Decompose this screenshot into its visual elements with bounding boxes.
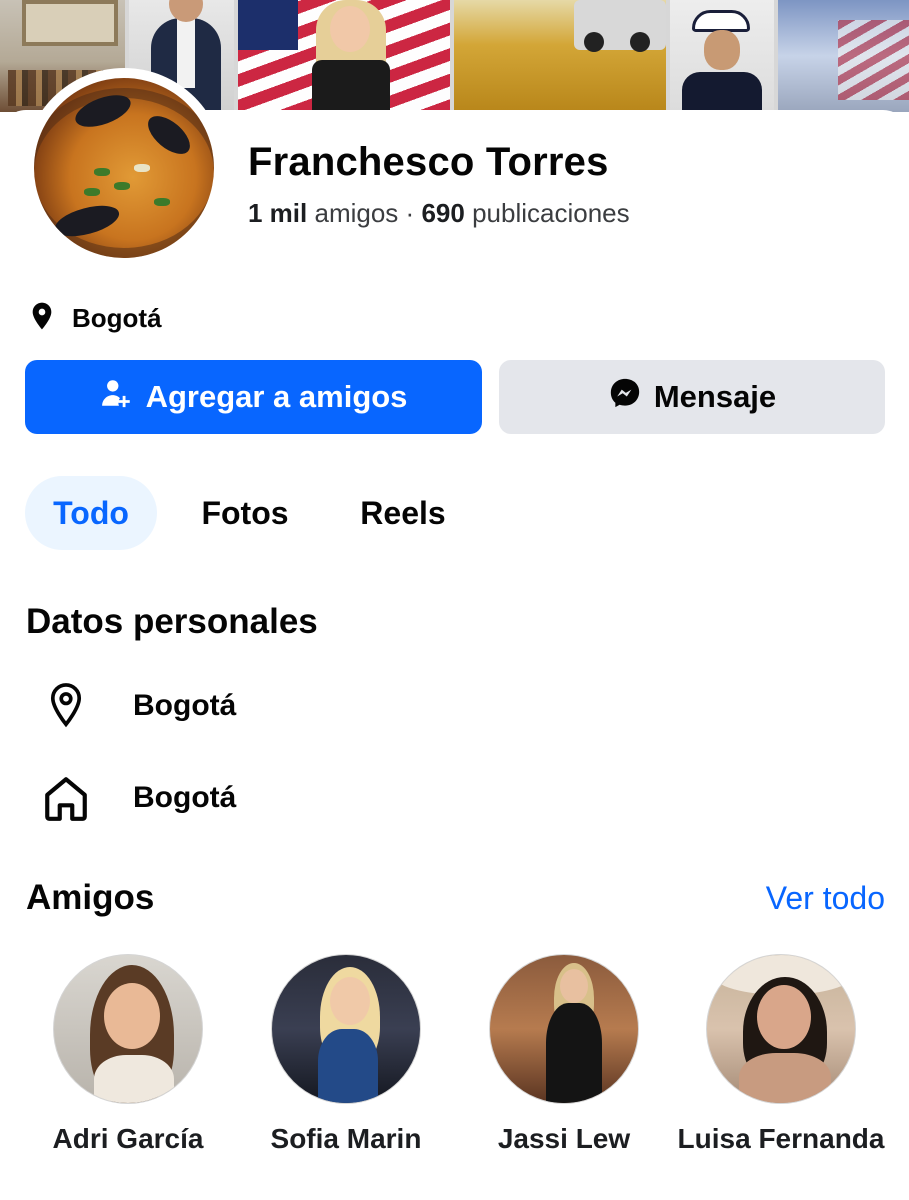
posts-label: publicaciones: [472, 198, 630, 228]
add-friend-label: Agregar a amigos: [145, 379, 408, 414]
friend-card[interactable]: Jassi Lew: [455, 954, 673, 1156]
profile-location: Bogotá: [26, 300, 162, 337]
friend-card[interactable]: Adri García: [19, 954, 237, 1156]
friend-card[interactable]: Luisa Fernanda: [672, 954, 890, 1156]
friend-avatar: [53, 954, 203, 1104]
friends-title: Amigos: [26, 878, 155, 917]
add-friend-button[interactable]: Agregar a amigos: [25, 360, 482, 434]
tab-reels[interactable]: Reels: [340, 476, 466, 550]
detail-row-home: Bogotá: [40, 772, 236, 824]
friend-name: Sofia Marin: [270, 1123, 422, 1154]
cover-image-gold: [454, 0, 666, 112]
message-button[interactable]: Mensaje: [499, 360, 885, 434]
cover-image-navy-officer: [670, 0, 774, 112]
detail-home-text: Bogotá: [133, 781, 237, 814]
location-text: Bogotá: [72, 303, 162, 333]
message-label: Mensaje: [653, 379, 777, 414]
personal-details-title: Datos personales: [26, 602, 318, 641]
home-icon: [40, 772, 92, 824]
posts-count: 690: [421, 198, 465, 228]
profile-name: Franchesco Torres: [248, 140, 609, 184]
profile-avatar[interactable]: [34, 78, 214, 258]
friend-name: Jassi Lew: [497, 1123, 631, 1154]
friend-card[interactable]: Sofia Marin: [237, 954, 455, 1156]
friend-name: Luisa Fernanda: [677, 1123, 885, 1154]
friend-avatar: [489, 954, 639, 1104]
add-friend-icon: [100, 376, 134, 418]
location-pin-icon: [40, 680, 92, 732]
location-pin-filled-icon: [26, 300, 58, 337]
cover-image-flag-sky: [778, 0, 909, 112]
detail-location-text: Bogotá: [133, 689, 237, 722]
friends-label[interactable]: amigos: [314, 198, 398, 228]
messenger-icon: [608, 376, 642, 418]
friend-name: Adri García: [52, 1123, 204, 1154]
stats-separator: ·: [405, 198, 415, 228]
cover-image-woman-flag: [238, 0, 450, 112]
tab-todo[interactable]: Todo: [25, 476, 157, 550]
tab-fotos[interactable]: Fotos: [180, 476, 310, 550]
see-all-friends-link[interactable]: Ver todo: [766, 880, 885, 917]
friends-count[interactable]: 1 mil: [248, 198, 307, 228]
friend-avatar: [271, 954, 421, 1104]
profile-stats: 1 mil amigos · 690 publicaciones: [248, 198, 630, 229]
friend-avatar: [706, 954, 856, 1104]
detail-row-location: Bogotá: [40, 680, 236, 732]
